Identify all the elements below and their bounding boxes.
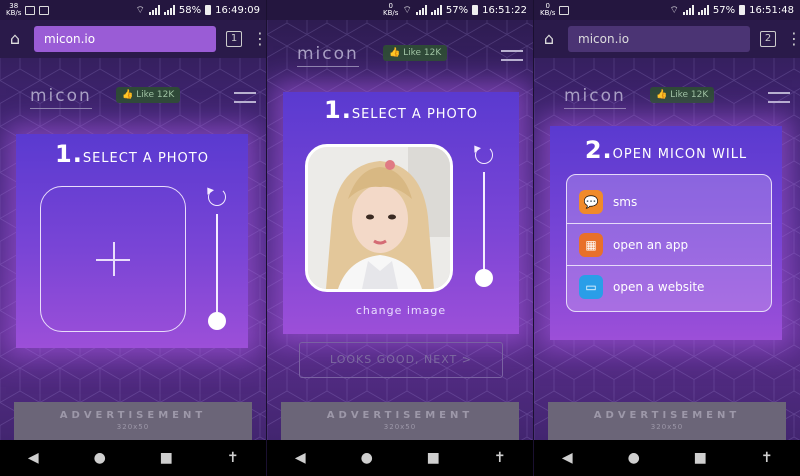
overflow-menu-icon[interactable]: ⋮: [786, 31, 800, 47]
fb-like-button[interactable]: 👍 Like 12K: [116, 87, 181, 103]
status-bar: 0 KB/s ⌔ 57% 16:51:22: [267, 0, 533, 20]
android-nav-bar: ◀ ● ■ ✝: [534, 440, 800, 476]
website-icon: ▭: [579, 274, 603, 299]
signal-icon-2: [163, 5, 175, 15]
screenshot-triptych: 38 KB/s ⌔ 58% 16:49:09 ⌂ micon.io 1 ⋮ mic…: [0, 0, 800, 476]
url-bar[interactable]: micon.io: [568, 26, 750, 52]
battery-percent: 57%: [445, 4, 469, 16]
clock: 16:51:22: [482, 4, 527, 16]
app-grid-icon: ▦: [579, 232, 603, 257]
data-rate: 0 KB/s: [383, 2, 399, 17]
zoom-slider-knob[interactable]: [208, 312, 226, 330]
panel-2: 0 KB/s ⌔ 57% 16:51:22 micon 👍 Like 12K 1.…: [266, 0, 534, 476]
android-nav-bar: ◀ ● ■ ✝: [267, 440, 533, 476]
hamburger-menu-icon[interactable]: [768, 92, 790, 103]
battery-icon: [739, 5, 746, 15]
battery-percent: 57%: [712, 4, 736, 16]
signal-icon-2: [697, 5, 709, 15]
rotate-icon[interactable]: [208, 188, 226, 206]
site-logo[interactable]: micon: [564, 86, 626, 109]
menu-item-open-app[interactable]: ▦ open an app: [567, 223, 771, 265]
tab-switcher-button[interactable]: 1: [226, 31, 242, 47]
overflow-menu-icon[interactable]: ⋮: [252, 31, 266, 47]
android-nav-bar: ◀ ● ■ ✝: [0, 440, 266, 476]
back-icon[interactable]: ◀: [558, 450, 576, 466]
advertisement-banner[interactable]: ADVERTISEMENT 320x50: [14, 402, 252, 440]
sms-icon: 💬: [579, 190, 603, 214]
site-logo[interactable]: micon: [30, 86, 92, 109]
plus-icon-vertical: [113, 242, 115, 276]
selected-photo[interactable]: [305, 144, 453, 292]
tab-switcher-button[interactable]: 2: [760, 31, 776, 47]
zoom-slider-track[interactable]: [483, 172, 485, 278]
recents-icon[interactable]: ■: [424, 450, 442, 466]
change-image-link[interactable]: change image: [283, 304, 519, 317]
signal-icon: [682, 5, 694, 15]
data-rate: 0 KB/s: [540, 2, 556, 17]
site-logo[interactable]: micon: [297, 44, 359, 67]
clock: 16:51:48: [749, 4, 794, 16]
recents-icon[interactable]: ■: [157, 450, 175, 466]
browser-toolbar: ⌂ micon.io 1 ⋮: [0, 20, 266, 58]
hamburger-menu-icon[interactable]: [501, 50, 523, 61]
step-card: 2.OPEN MICON WILL 💬 sms ▦ open an app ▭ …: [550, 126, 782, 340]
fb-like-button[interactable]: 👍 Like 12K: [383, 45, 448, 61]
rotate-icon[interactable]: [475, 146, 493, 164]
data-rate: 38 KB/s: [6, 2, 22, 17]
accessibility-icon[interactable]: ✝: [758, 450, 776, 466]
wifi-icon: ⌔: [669, 4, 679, 16]
recents-icon[interactable]: ■: [691, 450, 709, 466]
battery-icon: [472, 5, 479, 15]
accessibility-icon[interactable]: ✝: [491, 450, 509, 466]
step-title: 2.OPEN MICON WILL: [584, 136, 748, 164]
step-card: 1.SELECT A PHOTO: [283, 92, 519, 334]
signal-icon: [148, 5, 160, 15]
battery-icon: [205, 5, 212, 15]
home-icon[interactable]: ⌂: [540, 30, 558, 48]
browser-toolbar: ⌂ micon.io 2 ⋮: [534, 20, 800, 58]
accessibility-icon[interactable]: ✝: [224, 450, 242, 466]
home-button-icon[interactable]: ●: [91, 450, 109, 466]
panel-3: 0 KB/s ⌔ 57% 16:51:48 ⌂ micon.io 2 ⋮ mico…: [534, 0, 800, 476]
home-button-icon[interactable]: ●: [358, 450, 376, 466]
signal-icon-2: [430, 5, 442, 15]
gallery-icon: [25, 5, 36, 15]
hamburger-menu-icon[interactable]: [234, 92, 256, 103]
clock: 16:49:09: [215, 4, 260, 16]
wifi-icon: ⌔: [402, 4, 412, 16]
menu-item-open-website[interactable]: ▭ open a website: [567, 265, 771, 307]
home-icon[interactable]: ⌂: [6, 30, 24, 48]
status-bar: 0 KB/s ⌔ 57% 16:51:48: [534, 0, 800, 20]
advertisement-banner[interactable]: ADVERTISEMENT 320x50: [281, 402, 519, 440]
menu-item-sms[interactable]: 💬 sms: [567, 181, 771, 223]
notification-icon: [39, 5, 50, 15]
step-card: 1.SELECT A PHOTO: [16, 134, 248, 348]
step-title: 1.SELECT A PHOTO: [55, 140, 209, 168]
back-icon[interactable]: ◀: [291, 450, 309, 466]
zoom-slider-track[interactable]: [216, 214, 218, 320]
wifi-icon: ⌔: [135, 4, 145, 16]
panel-1: 38 KB/s ⌔ 58% 16:49:09 ⌂ micon.io 1 ⋮ mic…: [0, 0, 266, 476]
looks-good-next-button[interactable]: LOOKS GOOD, NEXT >: [299, 342, 503, 378]
home-button-icon[interactable]: ●: [625, 450, 643, 466]
portrait-image: [308, 147, 450, 289]
fb-like-button[interactable]: 👍 Like 12K: [650, 87, 715, 103]
signal-icon: [415, 5, 427, 15]
step-title: 1.SELECT A PHOTO: [324, 96, 478, 124]
back-icon[interactable]: ◀: [24, 450, 42, 466]
url-bar[interactable]: micon.io: [34, 26, 216, 52]
status-bar: 38 KB/s ⌔ 58% 16:49:09: [0, 0, 266, 20]
photo-dropzone[interactable]: [40, 186, 186, 332]
zoom-slider-knob[interactable]: [475, 269, 493, 287]
battery-percent: 58%: [178, 4, 202, 16]
advertisement-banner[interactable]: ADVERTISEMENT 320x50: [548, 402, 786, 440]
action-menu: 💬 sms ▦ open an app ▭ open a website: [566, 174, 772, 312]
gallery-icon: [559, 5, 570, 15]
